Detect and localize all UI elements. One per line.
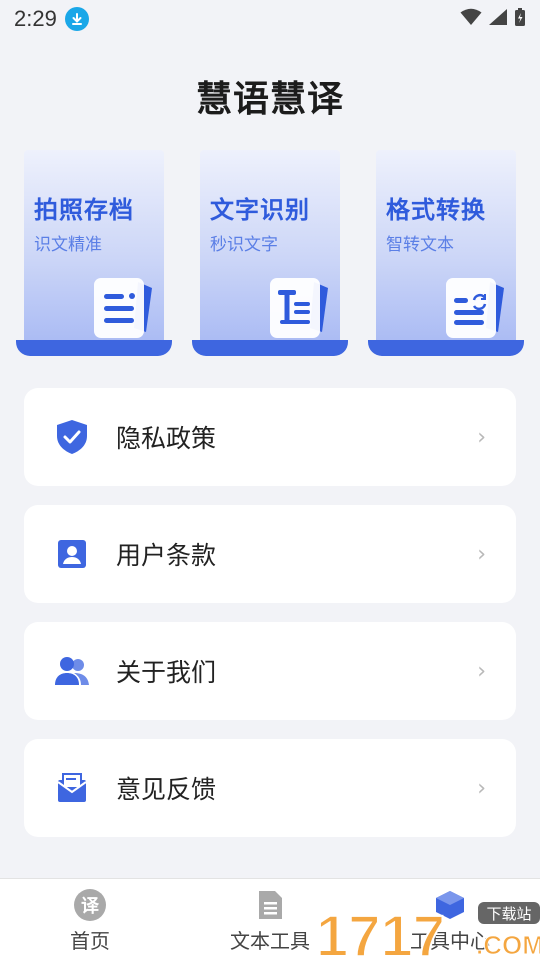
menu-item-about-us[interactable]: 关于我们 › [24, 622, 516, 720]
signal-icon [488, 8, 508, 30]
feature-title: 文字识别 [210, 196, 310, 224]
tab-tool-center[interactable]: 工具中心 [360, 879, 540, 960]
battery-charging-icon [514, 7, 526, 31]
chevron-right-icon: › [477, 541, 486, 567]
toolbox-icon [434, 889, 466, 921]
feature-subtitle: 识文精准 [34, 235, 102, 255]
menu-item-label: 意见反馈 [116, 775, 217, 804]
menu-item-user-terms[interactable]: 用户条款 › [24, 505, 516, 603]
feature-card-photo-archive[interactable]: 拍照存档 识文精准 [16, 150, 172, 358]
menu-item-label: 隐私政策 [116, 424, 217, 453]
document-lines-icon [90, 272, 160, 346]
translate-icon: 译 [74, 889, 106, 921]
feature-title: 拍照存档 [34, 196, 134, 224]
status-bar: 2:29 [0, 0, 540, 38]
menu-item-privacy-policy[interactable]: 隐私政策 › [24, 388, 516, 486]
document-icon [254, 889, 286, 921]
feature-card-text-recognition[interactable]: 文字识别 秒识文字 [192, 150, 348, 358]
feature-card-format-convert[interactable]: 格式转换 智转文本 [368, 150, 524, 358]
status-icons [460, 7, 526, 31]
feature-subtitle: 秒识文字 [210, 235, 278, 255]
feature-title: 格式转换 [386, 196, 486, 224]
bottom-nav: 译 首页 文本工具 工具中心 [0, 878, 540, 960]
menu-item-label: 关于我们 [116, 658, 217, 687]
chevron-right-icon: › [477, 658, 486, 684]
chevron-right-icon: › [477, 775, 486, 801]
tab-home[interactable]: 译 首页 [0, 879, 180, 960]
tab-text-tools[interactable]: 文本工具 [180, 879, 360, 960]
app-title: 慧语慧译 [195, 79, 344, 120]
chevron-right-icon: › [477, 424, 486, 450]
tab-label: 首页 [70, 929, 110, 953]
shield-check-icon [54, 419, 90, 455]
translate-icon-glyph: 译 [74, 889, 106, 921]
mail-feedback-icon [54, 770, 90, 806]
user-card-icon [54, 536, 90, 572]
text-recognize-icon [266, 272, 336, 346]
download-icon [64, 7, 89, 31]
wifi-icon [460, 8, 482, 30]
menu-item-feedback[interactable]: 意见反馈 › [24, 739, 516, 837]
users-icon [54, 653, 90, 689]
feature-subtitle: 智转文本 [386, 235, 454, 255]
menu-item-label: 用户条款 [116, 541, 217, 570]
tab-label: 文本工具 [230, 929, 310, 953]
format-convert-icon [442, 272, 512, 346]
tab-label: 工具中心 [410, 929, 490, 953]
status-time: 2:29 [14, 6, 57, 31]
